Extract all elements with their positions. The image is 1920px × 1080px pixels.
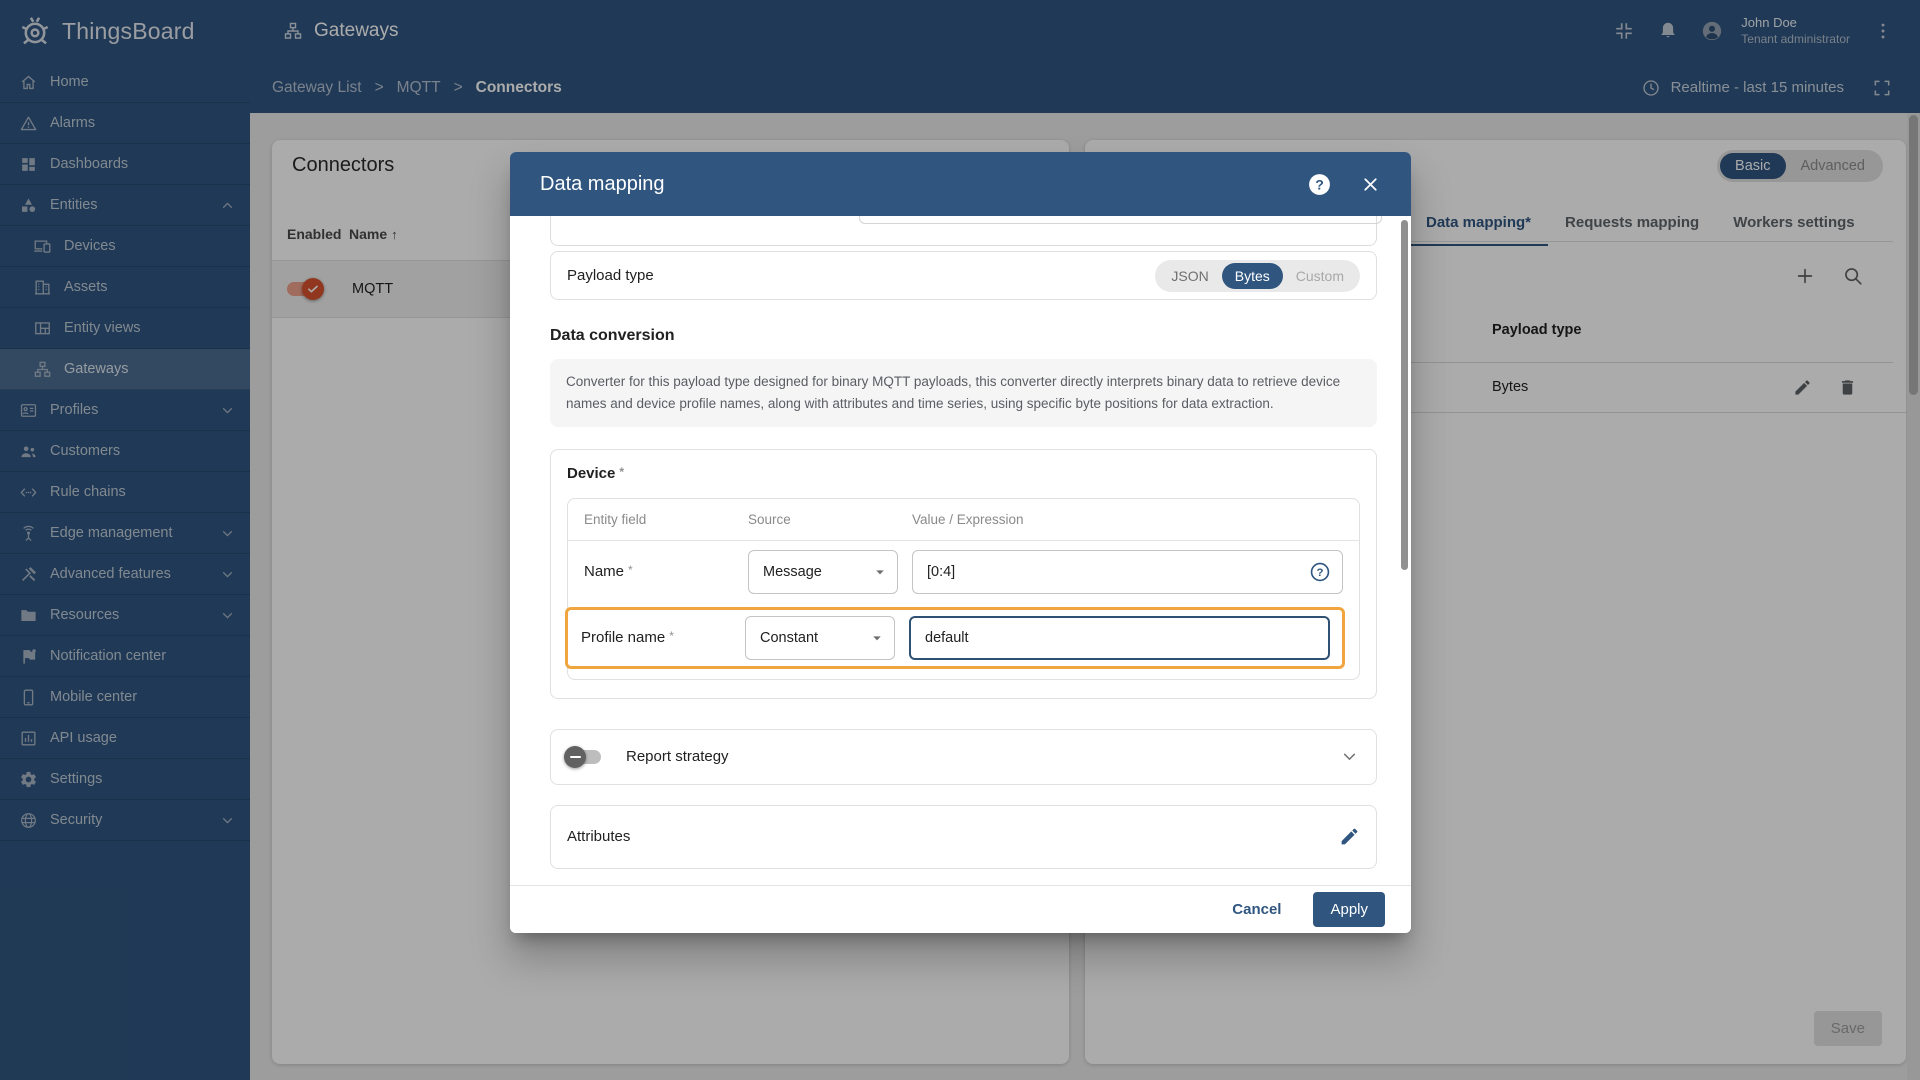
data-mapping-dialog: Data mapping ? Payload type JSONBytesCus…: [510, 152, 1411, 933]
chevron-down-icon: [868, 629, 886, 647]
expression-help-icon[interactable]: ?: [1309, 561, 1331, 583]
name-expression-input[interactable]: [912, 550, 1343, 594]
payload-type-segmented: JSONBytesCustom: [1155, 260, 1360, 292]
data-conversion-heading: Data conversion: [550, 327, 1377, 345]
help-icon[interactable]: ?: [1307, 172, 1332, 197]
field-label: Profile name*: [581, 629, 745, 646]
dialog-header: Data mapping ?: [510, 152, 1411, 216]
field-label: Name*: [584, 563, 748, 580]
data-conversion-description: Converter for this payload type designed…: [550, 359, 1377, 427]
dialog-title: Data mapping: [540, 173, 665, 196]
attributes-row: Attributes: [550, 805, 1377, 869]
device-table: Entity field Source Value / Expression N…: [567, 498, 1360, 680]
column-source: Source: [748, 512, 912, 527]
chevron-down-icon[interactable]: [1339, 746, 1360, 767]
report-strategy-toggle[interactable]: [567, 750, 601, 764]
svg-text:?: ?: [1315, 176, 1324, 192]
device-row-name: Name* Message ?: [568, 541, 1359, 603]
required-marker: *: [619, 465, 624, 479]
device-row-profile-name: Profile name* Constant: [581, 616, 1330, 660]
minus-icon: [570, 756, 581, 758]
profile-source-select[interactable]: Constant: [745, 616, 895, 660]
cancel-button[interactable]: Cancel: [1232, 901, 1281, 918]
payload-option-json[interactable]: JSON: [1158, 263, 1221, 289]
name-source-select[interactable]: Message: [748, 550, 898, 594]
payload-option-bytes[interactable]: Bytes: [1222, 263, 1283, 289]
payload-type-label: Payload type: [567, 267, 654, 284]
required-marker: *: [669, 629, 674, 643]
profile-name-highlight: Profile name* Constant: [565, 607, 1345, 669]
column-entity-field: Entity field: [584, 512, 748, 527]
edit-attributes-icon[interactable]: [1339, 826, 1360, 847]
report-strategy-label: Report strategy: [626, 748, 729, 765]
report-strategy-row: Report strategy: [550, 729, 1377, 785]
svg-text:?: ?: [1317, 567, 1324, 579]
profile-name-input[interactable]: [909, 616, 1330, 660]
device-table-header: Entity field Source Value / Expression: [568, 499, 1359, 541]
modal-scrollbar[interactable]: [1401, 220, 1408, 570]
apply-button[interactable]: Apply: [1313, 892, 1385, 927]
attributes-label: Attributes: [567, 828, 630, 845]
device-heading: Device*: [567, 465, 1360, 482]
dialog-footer: Cancel Apply: [510, 885, 1411, 933]
scrolled-input-partial: [859, 216, 1382, 224]
column-value-expression: Value / Expression: [912, 512, 1024, 527]
required-marker: *: [628, 563, 633, 577]
device-section: Device* Entity field Source Value / Expr…: [550, 449, 1377, 699]
payload-option-custom[interactable]: Custom: [1283, 263, 1357, 289]
close-icon[interactable]: [1360, 174, 1381, 195]
scrolled-card-partial: [550, 216, 1377, 246]
chevron-down-icon: [871, 563, 889, 581]
toggle-knob: [564, 746, 586, 768]
payload-type-row: Payload type JSONBytesCustom: [550, 251, 1377, 300]
dialog-body: Payload type JSONBytesCustom Data conver…: [510, 216, 1411, 885]
